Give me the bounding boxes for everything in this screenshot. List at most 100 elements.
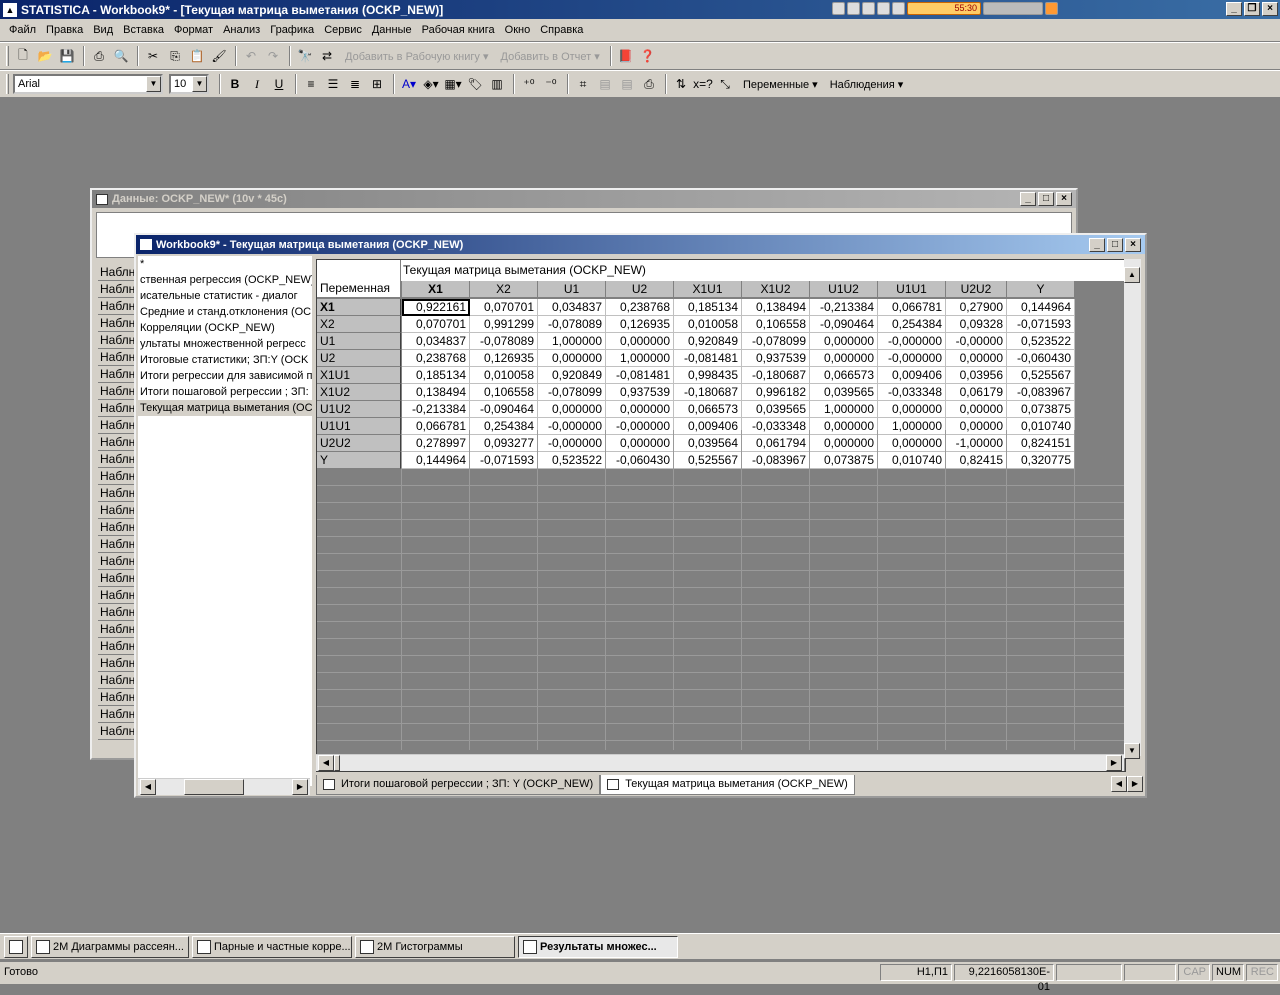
table-cell[interactable]: 0,320775 xyxy=(1007,452,1075,469)
tag-icon[interactable]: 🏷 xyxy=(465,74,485,94)
minimize-button[interactable]: _ xyxy=(1226,2,1242,16)
print-icon[interactable]: ⎙ xyxy=(89,46,109,66)
table-cell[interactable]: 0,010058 xyxy=(470,367,538,384)
restore-button[interactable]: ❐ xyxy=(1244,2,1260,16)
row-header[interactable]: U2U2 xyxy=(317,435,401,452)
table-cell[interactable]: 0,126935 xyxy=(606,316,674,333)
table-cell[interactable]: 0,066781 xyxy=(402,418,470,435)
table-cell[interactable]: 0,996182 xyxy=(742,384,810,401)
table-cell[interactable]: 0,009406 xyxy=(878,367,946,384)
taskbar-item-correlations[interactable]: Парные и частные корре... xyxy=(192,935,352,958)
table-cell[interactable]: -0,000000 xyxy=(878,350,946,367)
close-button[interactable]: × xyxy=(1125,238,1141,252)
table-cell[interactable]: 0,093277 xyxy=(470,435,538,452)
row-header[interactable]: Наблн xyxy=(98,417,138,434)
close-button[interactable]: × xyxy=(1056,192,1072,206)
stop-icon[interactable] xyxy=(862,2,875,15)
taskbar-item-scatterplots[interactable]: 2М Диаграммы рассеян... xyxy=(31,935,189,958)
observations-menu[interactable]: Наблюдения ▾ xyxy=(824,78,910,91)
row-header[interactable]: Наблн xyxy=(98,281,138,298)
table-cell[interactable]: 0,525567 xyxy=(1007,367,1075,384)
transpose-icon[interactable]: ⤡ xyxy=(715,74,735,94)
column-header[interactable]: X1U1 xyxy=(674,281,742,298)
table-cell[interactable]: 0,039565 xyxy=(742,401,810,418)
row-header[interactable]: Наблн xyxy=(98,689,138,706)
menu-tools[interactable]: Сервис xyxy=(319,24,367,36)
format-painter-icon[interactable]: 🖌 xyxy=(209,46,229,66)
table-cell[interactable]: 0,185134 xyxy=(402,367,470,384)
tab-sweep-matrix[interactable]: Текущая матрица выметания (OCKP_NEW) xyxy=(600,775,855,795)
table-cell[interactable]: -0,033348 xyxy=(878,384,946,401)
help-pointer-icon[interactable]: ❓ xyxy=(638,46,658,66)
table-cell[interactable]: 0,000000 xyxy=(606,435,674,452)
play-icon[interactable] xyxy=(832,2,845,15)
row-header[interactable]: X1U1 xyxy=(317,367,401,384)
table-cell[interactable]: -0,180687 xyxy=(674,384,742,401)
table-cell[interactable]: 0,144964 xyxy=(402,452,470,469)
table-cell[interactable]: -0,071593 xyxy=(1007,316,1075,333)
scroll-right-icon[interactable]: ▶ xyxy=(1106,755,1122,771)
row-header[interactable]: Наблн xyxy=(98,519,138,536)
book-icon[interactable]: 📕 xyxy=(616,46,636,66)
table-cell[interactable]: 0,106558 xyxy=(470,384,538,401)
row-header[interactable]: Наблн xyxy=(98,570,138,587)
table-cell[interactable]: 0,000000 xyxy=(878,435,946,452)
row-header[interactable]: Наблн xyxy=(98,468,138,485)
row-header[interactable]: Наблн xyxy=(98,366,138,383)
table-cell[interactable]: 0,937539 xyxy=(742,350,810,367)
column-header[interactable]: Y xyxy=(1007,281,1075,298)
row-header[interactable]: Наблн xyxy=(98,332,138,349)
table-cell[interactable]: -0,083967 xyxy=(1007,384,1075,401)
table-cell[interactable]: -0,000000 xyxy=(538,435,606,452)
table-cell[interactable]: 0,000000 xyxy=(810,418,878,435)
menu-insert[interactable]: Вставка xyxy=(118,24,169,36)
print-preview-icon[interactable]: 🔍 xyxy=(111,46,131,66)
table-cell[interactable]: 1,000000 xyxy=(606,350,674,367)
table-cell[interactable]: -0,078099 xyxy=(538,384,606,401)
tree-item[interactable]: * xyxy=(138,256,312,272)
row-header[interactable]: Наблн xyxy=(98,553,138,570)
table-cell[interactable]: 0,185134 xyxy=(674,299,742,316)
undo-icon[interactable]: ↶ xyxy=(241,46,261,66)
table-cell[interactable]: 0,039564 xyxy=(674,435,742,452)
table-cell[interactable]: 1,000000 xyxy=(878,418,946,435)
table-cell[interactable]: 0,254384 xyxy=(878,316,946,333)
scroll-left-icon[interactable]: ◀ xyxy=(318,755,334,771)
font-size-combo[interactable]: 10 ▼ xyxy=(169,74,209,94)
table-cell[interactable]: -0,078089 xyxy=(538,316,606,333)
toolbar-grip[interactable] xyxy=(6,46,9,66)
table-cell[interactable]: -0,180687 xyxy=(742,367,810,384)
table-cell[interactable]: 0,034837 xyxy=(402,333,470,350)
table-cell[interactable]: -0,090464 xyxy=(810,316,878,333)
row-header[interactable]: U1U2 xyxy=(317,401,401,418)
grid-icon[interactable]: ▥ xyxy=(487,74,507,94)
taskbar-item-histograms[interactable]: 2М Гистограммы xyxy=(355,935,515,958)
table-cell[interactable]: 0,000000 xyxy=(538,350,606,367)
table-cell[interactable]: -0,083967 xyxy=(742,452,810,469)
row-header[interactable]: U1 xyxy=(317,333,401,350)
table-cell[interactable]: 0,000000 xyxy=(606,333,674,350)
row-header[interactable]: U2 xyxy=(317,350,401,367)
menu-format[interactable]: Формат xyxy=(169,24,218,36)
table-cell[interactable]: -0,033348 xyxy=(742,418,810,435)
font-combo[interactable]: Arial ▼ xyxy=(13,74,163,94)
font-color-icon[interactable]: A▾ xyxy=(399,74,419,94)
table-cell[interactable]: -0,081481 xyxy=(674,350,742,367)
menu-edit[interactable]: Правка xyxy=(41,24,88,36)
decrease-decimal-icon[interactable]: ⁻⁰ xyxy=(541,74,561,94)
table-cell[interactable]: 0,000000 xyxy=(810,333,878,350)
taskbar-item-results[interactable]: Результаты множес... xyxy=(518,935,678,958)
table-cell[interactable]: -1,00000 xyxy=(946,435,1007,452)
add-to-workbook-button[interactable]: Добавить в Рабочую книгу ▾ xyxy=(339,50,495,63)
row-header[interactable]: X2 xyxy=(317,316,401,333)
table-cell[interactable]: -0,060430 xyxy=(606,452,674,469)
column-header[interactable]: U1 xyxy=(538,281,606,298)
menu-workbook[interactable]: Рабочая книга xyxy=(417,24,500,36)
increase-decimal-icon[interactable]: ⁺⁰ xyxy=(519,74,539,94)
table-cell[interactable]: 0,00000 xyxy=(946,350,1007,367)
tree-item[interactable]: Корреляции (OCKP_NEW) xyxy=(138,320,312,336)
table-cell[interactable]: 0,066573 xyxy=(674,401,742,418)
table-cell[interactable]: -0,090464 xyxy=(470,401,538,418)
sort-icon[interactable]: ⇅ xyxy=(671,74,691,94)
table-cell[interactable]: 0,000000 xyxy=(810,350,878,367)
